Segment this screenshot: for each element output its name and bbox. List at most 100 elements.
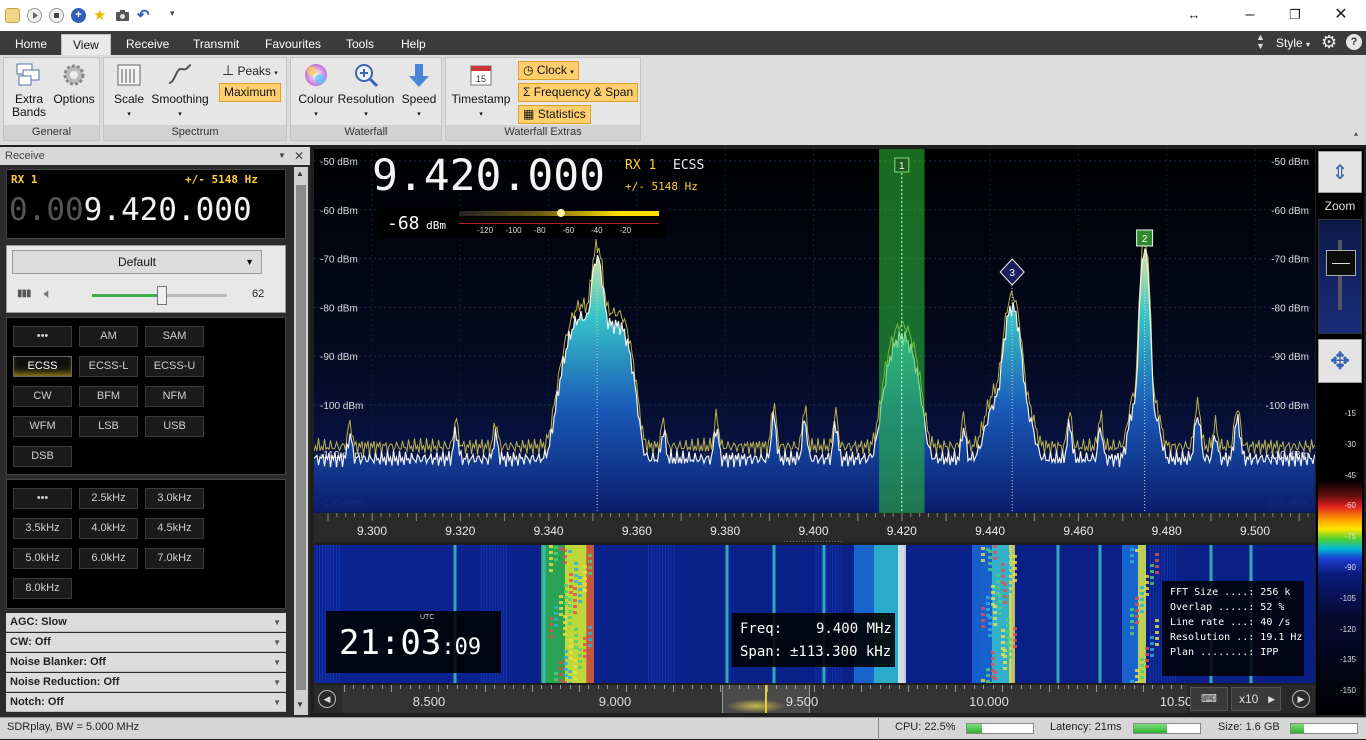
tab-tools[interactable]: Tools xyxy=(335,34,385,55)
overview-tick xyxy=(955,685,956,692)
frequency-span-button[interactable]: Σ Frequency & Span xyxy=(518,83,639,102)
option-row-notch[interactable]: Notch: Off ▼ xyxy=(6,693,286,712)
mode-button-ecss[interactable]: ECSS xyxy=(13,356,72,377)
favourite-star-icon[interactable]: ★ xyxy=(93,8,108,23)
mode-button-ecss-l[interactable]: ECSS-L xyxy=(79,356,138,377)
filter-button-3.5khz[interactable]: 3.5kHz xyxy=(13,518,72,539)
filter-button-7.0khz[interactable]: 7.0kHz xyxy=(145,548,204,569)
tab-help[interactable]: Help xyxy=(390,34,437,55)
customize-toolbar-icon[interactable]: ▾ xyxy=(170,8,185,23)
waterfall-speckle xyxy=(1155,553,1159,556)
filter-button-more[interactable]: ••• xyxy=(13,488,72,509)
smoothing-button[interactable]: Smoothing ▾ xyxy=(150,61,210,121)
add-icon[interactable]: + xyxy=(71,8,86,23)
filter-button-3.0khz[interactable]: 3.0kHz xyxy=(145,488,204,509)
mode-button-lsb[interactable]: LSB xyxy=(79,416,138,437)
undo-icon[interactable]: ↶ xyxy=(137,8,152,23)
keyboard-icon[interactable]: ⌨ xyxy=(1190,687,1228,711)
colour-scale-label: -15 xyxy=(1344,409,1356,418)
tab-favourites[interactable]: Favourites xyxy=(254,34,332,55)
option-row-cw[interactable]: CW: Off ▼ xyxy=(6,633,286,652)
option-row-noise-blanker[interactable]: Noise Blanker: Off ▼ xyxy=(6,653,286,672)
mode-button-usb[interactable]: USB xyxy=(145,416,204,437)
tab-home[interactable]: Home xyxy=(4,34,58,55)
filter-button-2.5khz[interactable]: 2.5kHz xyxy=(79,488,138,509)
marker-1[interactable]: 1 xyxy=(894,157,910,173)
tab-receive[interactable]: Receive xyxy=(115,34,180,55)
s-meter-tick-label: -60 xyxy=(562,226,575,235)
panel-close-icon[interactable]: ✕ xyxy=(294,147,304,165)
resize-icon[interactable]: ↔ xyxy=(1183,5,1205,25)
scroll-up-icon[interactable]: ▲ xyxy=(296,169,304,178)
frequency-readout[interactable]: 0.009.420.000 xyxy=(9,192,252,228)
mode-button-ecss-u[interactable]: ECSS-U xyxy=(145,356,204,377)
mode-button-bfm[interactable]: BFM xyxy=(79,386,138,407)
volume-slider[interactable] xyxy=(92,286,227,305)
options-button[interactable]: Options xyxy=(52,61,96,106)
mode-button-sam[interactable]: SAM xyxy=(145,326,204,347)
waterfall-speckle xyxy=(986,674,990,677)
preset-select[interactable]: Default ▼ xyxy=(12,250,262,274)
waterfall-speckle xyxy=(559,673,563,676)
style-menu[interactable]: Style ▾ xyxy=(1276,34,1310,54)
maximize-button[interactable]: ❐ xyxy=(1284,5,1306,25)
waterfall-speckle xyxy=(996,592,1000,595)
stop-icon[interactable] xyxy=(49,8,64,23)
filter-button-5.0khz[interactable]: 5.0kHz xyxy=(13,548,72,569)
speaker-icon[interactable]: 🔈︎ xyxy=(44,285,52,302)
scroll-thumb[interactable] xyxy=(296,185,306,690)
open-folder-icon[interactable] xyxy=(5,8,20,23)
style-updown-icon[interactable]: ▲ ▼ xyxy=(1256,33,1265,51)
tab-transmit[interactable]: Transmit xyxy=(182,34,250,55)
panel-menu-icon[interactable]: ▼ xyxy=(278,147,286,165)
colour-button[interactable]: Colour ▾ xyxy=(295,61,337,121)
scroll-down-icon[interactable]: ▼ xyxy=(296,700,304,709)
pan-button[interactable]: ✥ xyxy=(1318,339,1362,383)
option-row-agc[interactable]: AGC: Slow ▼ xyxy=(6,613,286,632)
clock-button[interactable]: ◷ Clock ▾ xyxy=(518,61,579,80)
filter-button-4.5khz[interactable]: 4.5kHz xyxy=(145,518,204,539)
scale-button[interactable]: Scale ▾ xyxy=(112,61,146,121)
statistics-button[interactable]: ▦ Statistics xyxy=(518,105,591,124)
filter-button-8.0khz[interactable]: 8.0kHz xyxy=(13,578,72,599)
waterfall-statistics: FFT Size ....: 256 k Overlap .....: 52 % L… xyxy=(1162,581,1304,676)
frequency-display[interactable]: RX 1 +/- 5148 Hz 0.009.420.000 xyxy=(6,169,286,239)
panel-scrollbar[interactable]: ▲ ▼ xyxy=(294,167,308,715)
filter-button-6.0khz[interactable]: 6.0kHz xyxy=(79,548,138,569)
maximum-button[interactable]: Maximum xyxy=(219,83,282,102)
scroll-right-button[interactable]: ▶ xyxy=(1292,690,1310,708)
mode-button-nfm[interactable]: NFM xyxy=(145,386,204,407)
waterfall-display[interactable]: UTC 21:03:09 Freq: 9.400 MHz Span: ±113.… xyxy=(314,545,1315,683)
zoom-slider-thumb[interactable] xyxy=(1326,250,1356,276)
mode-button-cw[interactable]: CW xyxy=(13,386,72,407)
spectrum-display[interactable]: -50 dBm -50 dBm -60 dBm -60 dBm -70 dBm -70 d… xyxy=(314,149,1315,542)
overview-scale[interactable]: ◀ 8.500 9.000 9.500 10.000 10.50 ⌨ x10 ▶ ▶ xyxy=(314,685,1315,713)
resolution-button[interactable]: Resolution ▾ xyxy=(337,61,395,121)
play-icon[interactable] xyxy=(27,8,42,23)
camera-icon[interactable] xyxy=(115,8,130,23)
extra-bands-button[interactable]: Extra Bands xyxy=(8,61,50,119)
mode-button-dsb[interactable]: DSB xyxy=(13,446,72,467)
option-row-noise-reduction[interactable]: Noise Reduction: Off ▼ xyxy=(6,673,286,692)
timestamp-button[interactable]: 15 Timestamp ▾ xyxy=(450,61,512,121)
waterfall-speckle xyxy=(588,626,592,629)
waterfall-speckle xyxy=(568,550,572,553)
tab-view[interactable]: View xyxy=(61,34,111,55)
volume-slider-thumb[interactable] xyxy=(156,286,167,305)
filter-button-4.0khz[interactable]: 4.0kHz xyxy=(79,518,138,539)
speed-button[interactable]: Speed ▾ xyxy=(399,61,439,121)
zoom-slider[interactable] xyxy=(1318,219,1362,334)
minimize-button[interactable]: – xyxy=(1239,5,1261,25)
scroll-left-button[interactable]: ◀ xyxy=(318,690,336,708)
peaks-button[interactable]: ⊥ Peaks ▾ xyxy=(222,62,278,79)
mode-button-more[interactable]: ••• xyxy=(13,326,72,347)
fit-vertical-button[interactable]: ⇕ xyxy=(1318,151,1362,193)
settings-gear-icon[interactable]: ⚙ xyxy=(1321,32,1337,52)
waterfall-speckle xyxy=(1155,619,1159,622)
mode-button-am[interactable]: AM xyxy=(79,326,138,347)
close-button[interactable]: ✕ xyxy=(1330,5,1352,25)
help-icon[interactable]: ? xyxy=(1346,34,1362,50)
collapse-ribbon-icon[interactable]: ▴ xyxy=(1354,129,1358,138)
mode-button-wfm[interactable]: WFM xyxy=(13,416,72,437)
zoom-factor-select[interactable]: x10 ▶ xyxy=(1231,687,1281,711)
